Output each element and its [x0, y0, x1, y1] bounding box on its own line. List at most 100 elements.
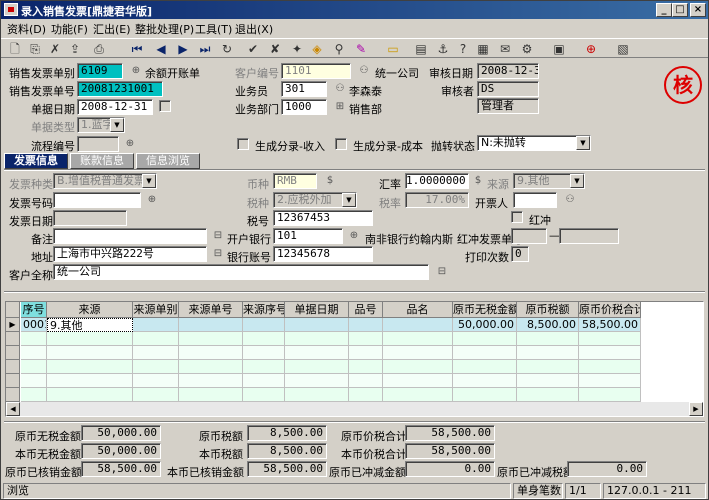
row-header[interactable]: ▶: [6, 318, 20, 332]
grid-cell[interactable]: [453, 388, 517, 402]
grid-cell[interactable]: [579, 374, 641, 388]
doc-kind-select[interactable]: 1.蓝字 ▼: [77, 117, 125, 133]
grid-cell[interactable]: [579, 360, 641, 374]
rate-lookup-icon[interactable]: $: [471, 174, 485, 188]
grid-cell[interactable]: [243, 374, 285, 388]
grid-cell[interactable]: [383, 388, 453, 402]
grid-header-col[interactable]: 来源单号: [179, 302, 243, 318]
inv-no-lookup-icon[interactable]: ⊕: [145, 193, 159, 207]
chat-icon[interactable]: ✉: [497, 41, 513, 57]
grid-cell[interactable]: [453, 346, 517, 360]
grid-cell[interactable]: [579, 346, 641, 360]
fullname-field[interactable]: 统一公司: [53, 264, 429, 280]
grid-cell[interactable]: 58,500.00: [579, 318, 641, 332]
flow-lookup-icon[interactable]: ⊕: [123, 137, 137, 151]
menu-export[interactable]: 汇出(E): [93, 21, 131, 37]
scroll-left-icon[interactable]: ◀: [6, 402, 20, 416]
new-icon[interactable]: 🗋: [7, 41, 23, 57]
currency-field[interactable]: RMB: [273, 173, 317, 189]
refresh-icon[interactable]: ↻: [219, 41, 235, 57]
issuer-lookup-icon[interactable]: ⚇: [563, 193, 577, 207]
row-header[interactable]: [6, 360, 20, 374]
grid-cell[interactable]: [47, 374, 133, 388]
grid-cell[interactable]: [285, 346, 349, 360]
grid-cell[interactable]: [517, 360, 579, 374]
grid-cell[interactable]: [47, 332, 133, 346]
last-record-icon[interactable]: ⏭: [197, 41, 213, 57]
audit-icon[interactable]: ✦: [289, 41, 305, 57]
doc-date-check[interactable]: [159, 100, 171, 112]
grid-cell[interactable]: [179, 374, 243, 388]
confirm-icon[interactable]: ✔: [245, 41, 261, 57]
grid-cell[interactable]: [453, 332, 517, 346]
scroll-right-icon[interactable]: ▶: [689, 402, 703, 416]
settings-icon[interactable]: ⚙: [519, 41, 535, 57]
account-field[interactable]: 12345678: [273, 246, 373, 262]
grid-header-col[interactable]: 品号: [349, 302, 383, 318]
grid-cell[interactable]: [133, 318, 179, 332]
grid-cell[interactable]: 9.其他: [47, 318, 133, 332]
grid-cell[interactable]: [21, 388, 47, 402]
remark-edit-icon[interactable]: ⊟: [211, 229, 225, 243]
grid-cell[interactable]: [21, 332, 47, 346]
detail-grid[interactable]: 序号 来源 来源单别 来源单号 来源序号 单据日期 品号 品名 原币无税金额 原币税额 原币价税合计…: [5, 301, 704, 417]
menu-data[interactable]: 资料(D): [7, 21, 46, 37]
attach-icon[interactable]: ⚓: [435, 41, 451, 57]
grid-cell[interactable]: 0001: [21, 318, 47, 332]
grid-cell[interactable]: [47, 388, 133, 402]
grid-cell[interactable]: 8,500.00: [517, 318, 579, 332]
grid-cell[interactable]: [243, 346, 285, 360]
grid-cell[interactable]: [179, 388, 243, 402]
grid-cell[interactable]: [349, 374, 383, 388]
grid-cell[interactable]: [383, 374, 453, 388]
customer-no-field[interactable]: 1101: [281, 63, 351, 79]
grid-header-col[interactable]: 原币无税金额: [453, 302, 517, 318]
salesman-lookup-icon[interactable]: ⚇: [333, 82, 347, 96]
rate-field[interactable]: 1.0000000: [405, 173, 469, 189]
grid-cell[interactable]: [133, 374, 179, 388]
grid-cell[interactable]: [21, 374, 47, 388]
grid-cell[interactable]: [349, 360, 383, 374]
grid-cell[interactable]: [179, 360, 243, 374]
grid-cell[interactable]: [349, 346, 383, 360]
grid-cell[interactable]: [179, 332, 243, 346]
grid-cell[interactable]: [285, 388, 349, 402]
row-header[interactable]: [6, 388, 20, 402]
prev-record-icon[interactable]: ◀: [153, 41, 169, 57]
grid-header-col[interactable]: 原币税额: [517, 302, 579, 318]
report-icon[interactable]: ▣: [551, 41, 567, 57]
grid-header-col[interactable]: 单据日期: [285, 302, 349, 318]
grid-cell[interactable]: [133, 332, 179, 346]
grid-header-col[interactable]: 来源: [47, 302, 133, 318]
grid-header-col[interactable]: 序号: [21, 302, 47, 318]
grid-cell[interactable]: [21, 346, 47, 360]
salesman-field[interactable]: 301: [281, 81, 327, 97]
remark-field[interactable]: [53, 228, 207, 244]
menu-function[interactable]: 功能(F): [51, 21, 88, 37]
grid-cell[interactable]: [383, 318, 453, 332]
grid-cell[interactable]: [243, 332, 285, 346]
grid-cell[interactable]: [47, 360, 133, 374]
clipboard-icon[interactable]: ▤: [413, 41, 429, 57]
red-check[interactable]: [511, 211, 523, 223]
fullname-edit-icon[interactable]: ⊟: [435, 265, 449, 279]
addr-edit-icon[interactable]: ⊟: [211, 247, 225, 261]
grid-cell[interactable]: [133, 346, 179, 360]
invoice-no-field[interactable]: 20081231001: [77, 81, 163, 97]
tax-kind-select[interactable]: 2.应税外加 ▼: [273, 192, 357, 208]
inv-no-field[interactable]: [53, 192, 141, 208]
grid-cell[interactable]: [517, 346, 579, 360]
close-button[interactable]: ×: [690, 3, 706, 17]
grid-cell[interactable]: [179, 318, 243, 332]
grid-cell[interactable]: [21, 360, 47, 374]
network-icon[interactable]: ⊕: [583, 41, 599, 57]
minimize-button[interactable]: _: [656, 3, 672, 17]
grid-cell[interactable]: [579, 388, 641, 402]
grid-cell[interactable]: [517, 332, 579, 346]
grid-cell[interactable]: [517, 374, 579, 388]
calendar-icon[interactable]: ▧: [615, 41, 631, 57]
inv-kind-select[interactable]: B.增值税普通发票 ▼: [53, 173, 157, 189]
grid-cell[interactable]: [47, 346, 133, 360]
grid-cell[interactable]: [349, 332, 383, 346]
dept-lookup-icon[interactable]: ⊞: [333, 100, 347, 114]
